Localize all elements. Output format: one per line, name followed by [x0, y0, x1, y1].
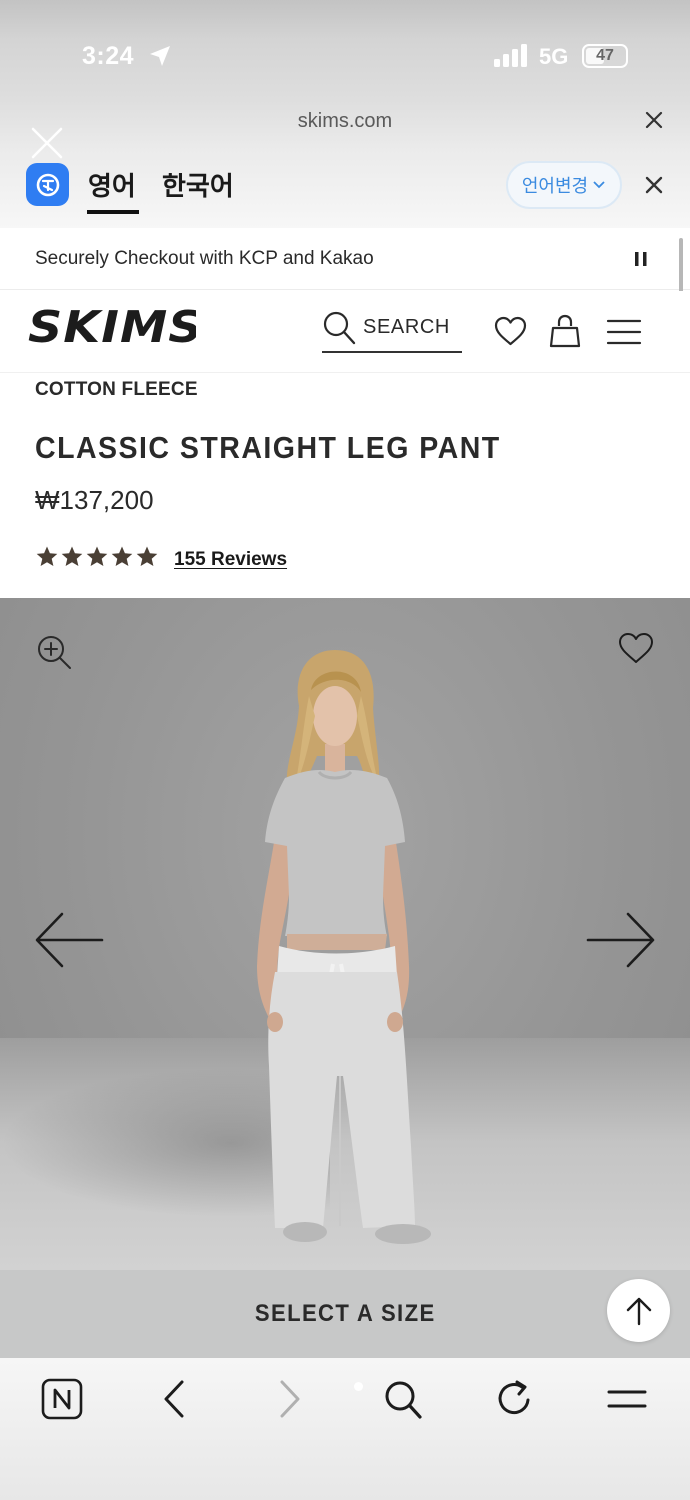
battery-icon: 47 — [582, 44, 628, 68]
close-icon[interactable] — [28, 124, 66, 162]
star-icon — [111, 546, 133, 566]
select-size-button[interactable]: SELECT A SIZE — [0, 1270, 690, 1358]
url-display[interactable]: skims.com — [0, 110, 690, 133]
star-icon — [86, 546, 108, 566]
n-icon[interactable] — [41, 1378, 83, 1420]
close-icon[interactable] — [642, 108, 666, 132]
select-size-label: SELECT A SIZE — [254, 1300, 436, 1327]
browser-bottom-toolbar — [0, 1358, 690, 1500]
arrow-right-icon[interactable] — [586, 910, 656, 970]
location-arrow-icon — [150, 46, 170, 66]
chevron-left-icon[interactable] — [160, 1378, 190, 1420]
change-language-button[interactable]: 언어변경 — [506, 161, 622, 209]
battery-percent: 47 — [596, 47, 614, 64]
search-button[interactable]: SEARCH — [322, 309, 462, 353]
star-icon — [61, 546, 83, 566]
star-icon — [36, 546, 58, 566]
svg-text:SKIMS: SKIMS — [28, 301, 196, 350]
network-type: 5G — [539, 44, 569, 69]
heart-icon[interactable] — [494, 316, 527, 346]
chevron-down-icon — [593, 181, 605, 189]
product-image — [257, 650, 431, 1244]
bag-icon[interactable] — [549, 314, 581, 348]
product-category[interactable]: COTTON FLEECE — [35, 379, 198, 401]
chevron-right-icon[interactable] — [274, 1378, 304, 1420]
change-language-label: 언어변경 — [521, 176, 589, 196]
product-price: ₩137,200 — [35, 485, 154, 515]
tab-korean[interactable]: 한국어 — [162, 166, 234, 203]
promo-text: Securely Checkout with KCP and Kakao — [35, 248, 374, 269]
close-icon[interactable] — [642, 173, 666, 197]
promo-bar: Securely Checkout with KCP and Kakao — [0, 228, 690, 290]
arrow-left-icon[interactable] — [34, 910, 104, 970]
product-gallery[interactable] — [0, 598, 690, 1270]
skims-logo[interactable]: SKIMS — [28, 300, 196, 350]
tab-english[interactable]: 영어 — [88, 166, 136, 203]
translate-logo-icon[interactable] — [26, 163, 69, 206]
status-time: 3:24 — [82, 42, 135, 70]
reload-icon[interactable] — [495, 1378, 535, 1420]
signal-icon — [494, 44, 527, 67]
active-tab-indicator — [87, 210, 139, 214]
reviews-link[interactable]: 155 Reviews — [174, 549, 287, 571]
product-title: CLASSIC STRAIGHT LEG PANT — [35, 430, 501, 465]
zoom-in-icon[interactable] — [36, 634, 72, 670]
rating-stars[interactable] — [35, 545, 159, 569]
menu-icon[interactable] — [606, 1378, 648, 1420]
scroll-to-top-button[interactable] — [607, 1279, 670, 1342]
pause-icon[interactable] — [632, 250, 650, 268]
search-label: SEARCH — [363, 316, 450, 338]
heart-icon[interactable] — [618, 632, 654, 664]
page-indicator-dot — [354, 1382, 363, 1391]
arrow-up-icon — [626, 1297, 651, 1325]
menu-icon[interactable] — [606, 318, 642, 346]
search-icon — [323, 311, 356, 345]
search-icon[interactable] — [383, 1378, 423, 1420]
star-icon — [136, 546, 158, 566]
